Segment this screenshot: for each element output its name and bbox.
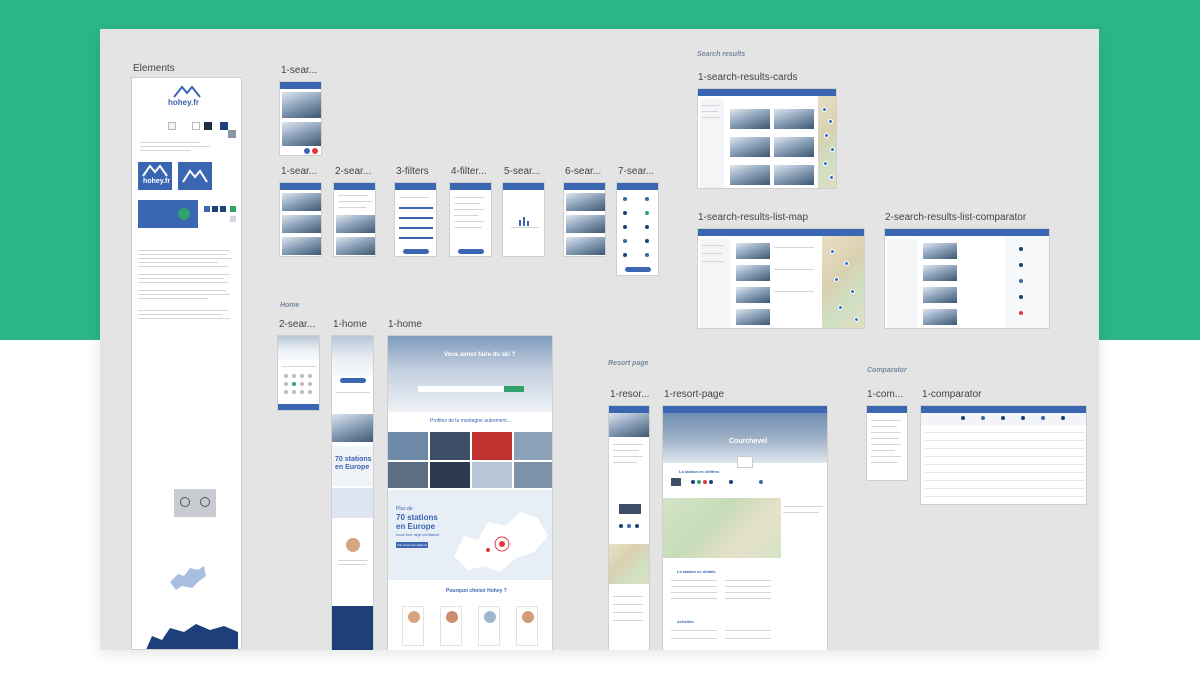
section-comparator: Comparator xyxy=(867,367,907,374)
resort-activites: Activités xyxy=(677,619,694,624)
frame-label-5: 4-filter... xyxy=(451,166,487,177)
artboard-1-home-mobile[interactable]: 70 stations en Europe xyxy=(331,335,374,650)
europe-map-dark xyxy=(144,622,240,649)
elements-artboard[interactable]: hohey.fr hohey.fr xyxy=(131,77,242,650)
frame-label-list-map: 1-search-results-list-map xyxy=(698,212,809,223)
resort-details: La station en détails xyxy=(677,569,716,574)
artboard-7-search[interactable] xyxy=(616,182,659,276)
design-canvas: Elements hohey.fr hohey.fr 1-sear... 1-s… xyxy=(100,29,1099,650)
section-home: Home xyxy=(280,302,300,309)
artboard-1-home-desktop[interactable]: Vous aimez faire du ski ? Profitez de la… xyxy=(387,335,553,650)
frame-label-resort-1: 1-resor... xyxy=(610,389,650,400)
frame-label-home-3: 1-home xyxy=(388,319,422,330)
home-hero-title: Vous aimez faire du ski ? xyxy=(444,352,516,358)
artboard-search-results-cards[interactable] xyxy=(697,88,837,189)
section-search-results: Search results xyxy=(697,51,746,58)
color-swatches xyxy=(148,122,236,138)
artboard-search-results-comparator[interactable] xyxy=(884,228,1050,329)
artboard-1-search-b[interactable] xyxy=(279,182,322,257)
europe-map-light xyxy=(168,562,208,592)
component-card xyxy=(138,200,198,228)
logo-text: hohey.fr xyxy=(168,98,199,107)
frame-label-4: 3-filters xyxy=(396,166,429,177)
frame-label-comparator-1: 1-com... xyxy=(867,389,904,400)
home-photo-grid xyxy=(388,432,552,488)
frame-label-comparator-2: 1-comparator xyxy=(922,389,982,400)
logo-badge-text: hohey.fr xyxy=(143,178,171,185)
home-stations-section: Plus de 70 stations en Europe nous font … xyxy=(388,490,552,580)
resort-chiffres: La station en chiffres xyxy=(679,469,720,474)
home-mobile-stations: 70 stations xyxy=(335,456,372,463)
logo-badge-small xyxy=(178,162,212,190)
artboard-6-search[interactable] xyxy=(563,182,606,257)
artboard-2-search-calendar[interactable] xyxy=(277,335,320,411)
logo-mountain-icon xyxy=(172,84,202,98)
frame-label-resort-2: 1-resort-page xyxy=(664,389,725,400)
artboard-5-search[interactable] xyxy=(502,182,545,257)
home-stations-sub: nous font déjà confiance xyxy=(396,532,440,537)
icon-chips xyxy=(174,489,216,517)
logo-badge-large: hohey.fr xyxy=(138,162,172,190)
artboard-1-resort-mobile[interactable] xyxy=(608,405,650,650)
resort-name: Courchevel xyxy=(729,438,768,445)
home-stations-pre: Plus de xyxy=(396,506,413,512)
home-stations-button[interactable]: Voir toutes les stations xyxy=(396,542,428,548)
home-mobile-europe: en Europe xyxy=(335,464,370,471)
home-hero: Vous aimez faire du ski ? xyxy=(388,336,552,412)
home-search-field[interactable] xyxy=(418,386,504,392)
artboard-1-comparator-desktop[interactable] xyxy=(920,405,1087,505)
frame-label-1: 1-sear... xyxy=(281,65,318,76)
home-stations-big1: 70 stations xyxy=(396,513,438,522)
frame-label-6: 5-sear... xyxy=(504,166,541,177)
resort-map[interactable] xyxy=(663,498,781,558)
frame-label-cards: 1-search-results-cards xyxy=(698,72,798,83)
home-search-button[interactable] xyxy=(504,386,524,392)
home-tagline: Profitez de la montagne autrement... xyxy=(430,418,511,424)
home-stations-big2: en Europe xyxy=(396,522,436,531)
artboard-3-filters[interactable] xyxy=(394,182,437,257)
frame-label-comparator-list: 2-search-results-list-comparator xyxy=(885,212,1027,223)
frame-label-home-1: 2-sear... xyxy=(279,319,316,330)
home-why-title: Pourquoi choisir Hohey ? xyxy=(446,588,507,594)
elements-title: Elements xyxy=(133,63,175,74)
europe-map-icon xyxy=(444,496,552,576)
frame-label-3: 2-sear... xyxy=(335,166,372,177)
chart-icon xyxy=(519,213,529,226)
section-resort-page: Resort page xyxy=(608,360,649,367)
frame-label-7: 6-sear... xyxy=(565,166,602,177)
frame-label-8: 7-sear... xyxy=(618,166,655,177)
artboard-1-search-a[interactable] xyxy=(279,81,322,156)
frame-label-home-2: 1-home xyxy=(333,319,367,330)
artboard-1-comparator-mobile[interactable] xyxy=(866,405,908,481)
frame-label-2: 1-sear... xyxy=(281,166,318,177)
artboard-search-results-list-map[interactable] xyxy=(697,228,865,329)
artboard-2-search[interactable] xyxy=(333,182,376,257)
artboard-1-resort-desktop[interactable]: Courchevel La station en chiffres La sta… xyxy=(662,405,828,650)
artboard-4-filters[interactable] xyxy=(449,182,492,257)
